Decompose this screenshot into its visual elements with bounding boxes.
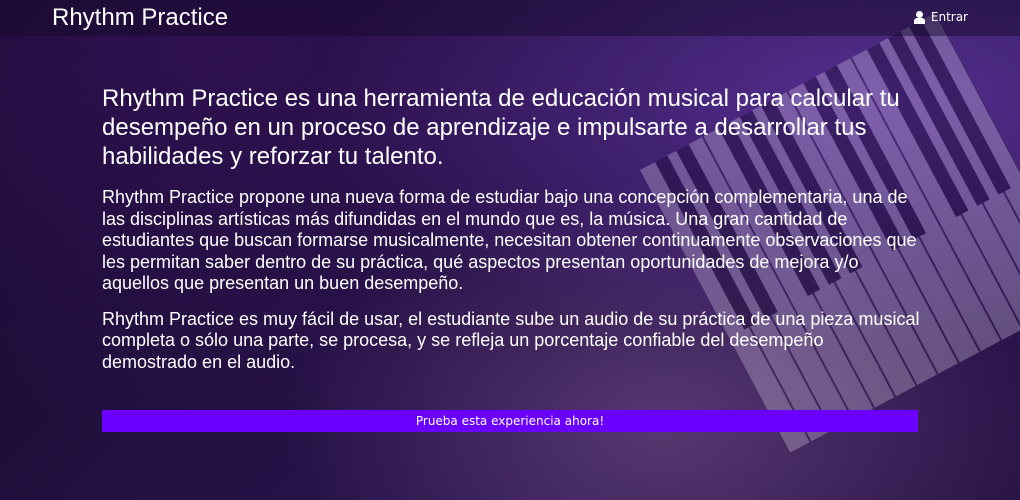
- usage-paragraph: Rhythm Practice es muy fácil de usar, el…: [102, 308, 920, 372]
- intro-paragraph: Rhythm Practice propone una nueva forma …: [102, 187, 917, 293]
- try-now-button[interactable]: Prueba esta experiencia ahora!: [102, 410, 918, 432]
- user-icon: [913, 10, 926, 24]
- top-navbar: Rhythm Practice Entrar: [0, 0, 1020, 36]
- main-content: Rhythm Practice es una herramienta de ed…: [102, 84, 922, 373]
- login-link[interactable]: Entrar: [913, 10, 968, 24]
- login-label[interactable]: Entrar: [931, 10, 968, 24]
- brand-logo[interactable]: Rhythm Practice: [52, 4, 228, 32]
- page-headline: Rhythm Practice es una herramienta de ed…: [102, 85, 900, 170]
